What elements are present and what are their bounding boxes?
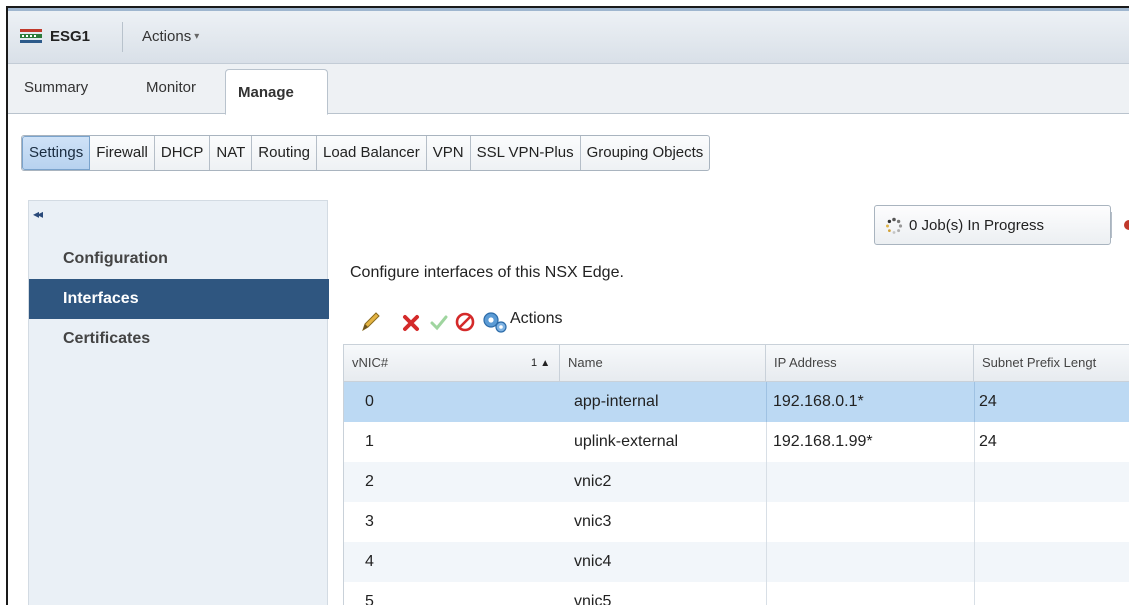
cell-name: vnic5: [574, 593, 612, 605]
subtab-dhcp[interactable]: DHCP: [155, 136, 211, 170]
nsx-edge-window: ESG1 Actions ▾ Summary Monitor Manage Set…: [6, 6, 1129, 605]
edge-title: ESG1: [50, 28, 91, 45]
settings-nav-panel: ◂◂ Configuration Interfaces Certificates: [28, 200, 329, 605]
red-x-icon[interactable]: [400, 308, 422, 334]
cell-ip-address: [766, 582, 974, 605]
title-bar: ESG1 Actions ▾: [8, 8, 1129, 64]
subtab-settings[interactable]: Settings: [22, 136, 91, 170]
cell-ip-address: 192.168.0.1*: [766, 382, 974, 422]
subtab-firewall[interactable]: Firewall: [90, 136, 155, 170]
toolbar-actions-label: Actions: [510, 310, 563, 327]
tab-summary[interactable]: Summary: [24, 79, 88, 96]
table-row[interactable]: 1 uplink-external 192.168.1.99* 24: [344, 422, 1129, 462]
cell-subnet-prefix: [974, 462, 1129, 502]
subtab-grouping-objects[interactable]: Grouping Objects: [581, 136, 710, 170]
collapse-panel-icon[interactable]: ◂◂: [33, 207, 43, 221]
column-header-ip-address[interactable]: IP Address: [766, 345, 974, 382]
cell-subnet-prefix: [974, 502, 1129, 542]
cell-vnic: 2: [365, 473, 374, 490]
column-header-name[interactable]: Name: [560, 345, 766, 382]
cell-name: vnic4: [574, 553, 612, 570]
cell-subnet-prefix: 24: [974, 422, 1129, 462]
cell-name: vnic3: [574, 513, 612, 530]
subtab-vpn[interactable]: VPN: [427, 136, 471, 170]
cell-vnic: 3: [365, 513, 374, 530]
cell-name: uplink-external: [574, 433, 679, 450]
no-entry-icon[interactable]: [454, 308, 476, 334]
nav-item-interfaces[interactable]: Interfaces: [29, 279, 329, 319]
cell-ip-address: [766, 542, 974, 582]
cell-vnic: 0: [365, 393, 374, 410]
alarm-icon[interactable]: [1124, 220, 1129, 230]
jobs-label: 0 Job(s) In Progress: [909, 217, 1045, 234]
check-icon[interactable]: [428, 308, 450, 334]
edge-appliance-icon: [20, 29, 42, 43]
table-row[interactable]: 0 app-internal 192.168.0.1* 24: [344, 382, 1129, 422]
table-row[interactable]: 5 vnic5: [344, 582, 1129, 605]
title-accent-bar: [8, 8, 1129, 11]
interfaces-grid: vNIC# 1 ▲ Name IP Address Subnet Prefix …: [343, 344, 1129, 605]
cell-vnic: 4: [365, 553, 374, 570]
spinner-icon: [886, 217, 903, 234]
nav-item-certificates[interactable]: Certificates: [29, 319, 329, 359]
sort-order-label: 1: [531, 357, 538, 369]
sort-ascending-icon: ▲: [540, 358, 551, 369]
table-row[interactable]: 3 vnic3: [344, 502, 1129, 542]
column-header-vnic-label: vNIC#: [352, 355, 389, 370]
cell-subnet-prefix: [974, 542, 1129, 582]
column-header-vnic[interactable]: vNIC# 1 ▲: [344, 345, 560, 382]
subtab-load-balancer[interactable]: Load Balancer: [317, 136, 427, 170]
tab-manage[interactable]: Manage: [225, 69, 328, 115]
cell-vnic: 5: [365, 593, 374, 605]
cell-ip-address: 192.168.1.99*: [766, 422, 974, 462]
actions-menu-label: Actions: [142, 28, 192, 45]
chevron-down-icon: ▾: [194, 31, 200, 42]
grid-header: vNIC# 1 ▲ Name IP Address Subnet Prefix …: [344, 344, 1129, 382]
toolbar-actions-button[interactable]: Actions: [482, 308, 592, 334]
jobs-in-progress-button[interactable]: 0 Job(s) In Progress: [874, 205, 1112, 245]
subtab-ssl-vpn-plus[interactable]: SSL VPN-Plus: [471, 136, 581, 170]
table-row[interactable]: 4 vnic4: [344, 542, 1129, 582]
actions-menu-button[interactable]: Actions ▾: [142, 28, 199, 45]
tab-monitor[interactable]: Monitor: [146, 79, 196, 96]
column-header-subnet-prefix[interactable]: Subnet Prefix Lengt: [974, 345, 1129, 382]
sort-indicator: 1 ▲: [531, 345, 550, 382]
gears-icon: [483, 312, 507, 333]
nav-item-configuration[interactable]: Configuration: [29, 239, 329, 279]
page-description: Configure interfaces of this NSX Edge.: [350, 264, 624, 281]
jobs-divider: [1111, 212, 1112, 238]
subtab-routing[interactable]: Routing: [252, 136, 317, 170]
cell-subnet-prefix: 24: [974, 382, 1129, 422]
title-divider: [122, 22, 123, 52]
table-row[interactable]: 2 vnic2: [344, 462, 1129, 502]
cell-name: vnic2: [574, 473, 612, 490]
cell-subnet-prefix: [974, 582, 1129, 605]
cell-name: app-internal: [574, 393, 659, 410]
cell-ip-address: [766, 462, 974, 502]
cell-vnic: 1: [365, 433, 374, 450]
pencil-icon[interactable]: [360, 308, 382, 334]
settings-subtab-bar: Settings Firewall DHCP NAT Routing Load …: [21, 135, 711, 171]
subtab-nat[interactable]: NAT: [210, 136, 253, 170]
top-tab-bar: Summary Monitor Manage: [8, 64, 1129, 115]
cell-ip-address: [766, 502, 974, 542]
